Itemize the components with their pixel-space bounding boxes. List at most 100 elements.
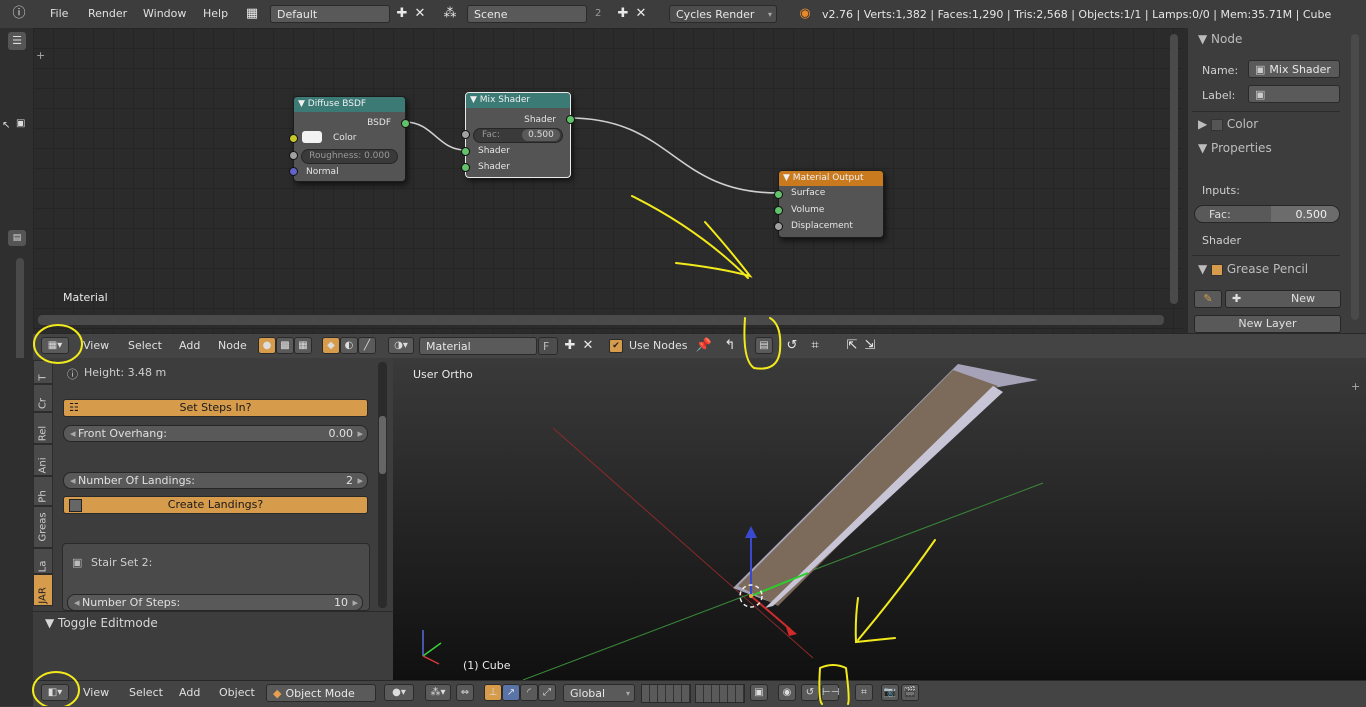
shader2-input-socket[interactable] bbox=[461, 163, 470, 172]
view3d-menu-select[interactable]: Select bbox=[129, 686, 163, 699]
snap-element-icon[interactable]: ⌗ bbox=[806, 337, 824, 355]
diffuse-color-swatch[interactable] bbox=[302, 131, 322, 143]
node-menu-view[interactable]: View bbox=[83, 339, 109, 352]
node-menu-add[interactable]: Add bbox=[179, 339, 200, 352]
material-browse-icon[interactable]: ◑▾ bbox=[388, 337, 414, 354]
set-steps-button[interactable]: ☷ Set Steps In? bbox=[63, 399, 368, 417]
tab-animation[interactable]: Ani bbox=[33, 444, 53, 476]
right-panel-scrollbar[interactable] bbox=[1351, 34, 1359, 320]
front-overhang-field[interactable]: ◂ Front Overhang: 0.00 ▸ bbox=[63, 425, 368, 442]
menu-window[interactable]: Window bbox=[143, 7, 186, 20]
view3d-menu-add[interactable]: Add bbox=[179, 686, 200, 699]
orientation-select[interactable]: Global ▾ bbox=[563, 684, 635, 702]
info-editor-type-icon[interactable]: ⓘ bbox=[10, 5, 28, 23]
tab-physics[interactable]: Ph bbox=[33, 476, 53, 506]
grease-pencil-icon[interactable]: ✎ bbox=[1194, 290, 1222, 308]
new-layer-button[interactable]: New Layer bbox=[1194, 315, 1341, 333]
tab-create[interactable]: Cr bbox=[33, 384, 53, 412]
layout-screen-icon[interactable]: ▦ bbox=[243, 5, 261, 23]
layer-buttons-2[interactable] bbox=[695, 684, 745, 703]
view3d-menu-object[interactable]: Object bbox=[219, 686, 255, 699]
mix-node-header[interactable]: ▼ Mix Shader bbox=[466, 93, 570, 108]
texture-nodes-icon[interactable]: ▦ bbox=[294, 337, 312, 354]
3d-editor-type-selector[interactable]: ◧▾ bbox=[41, 684, 69, 701]
add-material-icon[interactable]: ✚ bbox=[561, 337, 579, 355]
grease-pencil-header[interactable]: ▼ Grease Pencil bbox=[1198, 262, 1308, 276]
scene-icon[interactable]: ⁂ bbox=[441, 5, 459, 23]
render-engine-select[interactable]: Cycles Render ▾ bbox=[669, 5, 777, 23]
menu-help[interactable]: Help bbox=[203, 7, 228, 20]
object-mode-select[interactable]: ◆ Object Mode bbox=[266, 684, 376, 702]
object-shader-icon[interactable]: ◆ bbox=[322, 337, 340, 354]
properties-editor-icon[interactable]: ▤ bbox=[8, 230, 26, 246]
world-shader-icon[interactable]: ◐ bbox=[340, 337, 358, 354]
add-scene-icon[interactable]: ✚ bbox=[614, 5, 632, 23]
create-landings-button[interactable]: Create Landings? bbox=[63, 496, 368, 514]
layer-buttons-1[interactable] bbox=[641, 684, 691, 703]
properties-section-header[interactable]: ▼ Properties bbox=[1198, 141, 1272, 155]
snap-element-icon[interactable]: ⊢⊣ bbox=[821, 684, 839, 701]
tab-jar[interactable]: JAR bbox=[33, 574, 53, 606]
fake-user-toggle[interactable]: F bbox=[538, 337, 558, 355]
opengl-animation-icon[interactable]: 🎬 bbox=[901, 684, 919, 701]
volume-input-socket[interactable] bbox=[774, 206, 783, 215]
compositing-nodes-icon[interactable]: ▩ bbox=[276, 337, 294, 354]
node-editor-vscrollbar[interactable] bbox=[1170, 34, 1178, 304]
snap-toggle-icon[interactable]: ↺ bbox=[783, 337, 801, 355]
paste-nodes-icon[interactable]: ⇲ bbox=[861, 337, 879, 355]
manipulator-toggle-icon[interactable]: ⇔ bbox=[456, 684, 474, 701]
roughness-field[interactable]: Roughness: 0.000 bbox=[301, 149, 398, 164]
grease-pencil-checkbox[interactable] bbox=[1211, 263, 1224, 276]
opengl-render-icon[interactable]: 📷 bbox=[881, 684, 899, 701]
shader-nodes-icon[interactable]: ● bbox=[258, 337, 276, 354]
layout-field[interactable]: Default bbox=[270, 5, 390, 23]
scale-manipulator-icon[interactable]: ◜ bbox=[520, 684, 538, 701]
grease-new-button[interactable]: ✚ New bbox=[1225, 290, 1341, 308]
output-node-header[interactable]: ▼ Material Output bbox=[779, 171, 883, 186]
surface-input-socket[interactable] bbox=[774, 190, 783, 199]
linestyle-icon[interactable]: ╱ bbox=[358, 337, 376, 354]
properties-toggle-icon[interactable]: + bbox=[1351, 380, 1363, 393]
viewport-shading-select[interactable]: ●▾ bbox=[384, 684, 414, 701]
roughness-input-socket[interactable] bbox=[289, 151, 298, 160]
rotate-manipulator-icon[interactable]: ↗ bbox=[502, 684, 520, 701]
mix-shader-node[interactable]: ▼ Mix Shader Shader Fac: 0.500 Shader Sh… bbox=[461, 92, 575, 178]
render-only-icon[interactable]: ⌗ bbox=[855, 684, 873, 701]
normal-input-socket[interactable] bbox=[289, 167, 298, 176]
color-input-socket[interactable] bbox=[289, 134, 298, 143]
tab-tools[interactable]: T bbox=[33, 360, 53, 384]
node-menu-select[interactable]: Select bbox=[128, 339, 162, 352]
view3d-menu-view[interactable]: View bbox=[83, 686, 109, 699]
add-layout-icon[interactable]: ✚ bbox=[393, 5, 411, 23]
node-section-header[interactable]: ▼ Node bbox=[1198, 32, 1242, 46]
tab-la[interactable]: La bbox=[33, 548, 53, 574]
scene-field[interactable]: Scene bbox=[467, 5, 587, 23]
backdrop-icon[interactable]: ▤ bbox=[755, 337, 773, 354]
copy-nodes-icon[interactable]: ⇱ bbox=[843, 337, 861, 355]
menu-render[interactable]: Render bbox=[88, 7, 127, 20]
shader1-input-socket[interactable] bbox=[461, 147, 470, 156]
tab-relations[interactable]: Rel bbox=[33, 412, 53, 444]
color-section-checkbox[interactable] bbox=[1211, 118, 1224, 131]
steps-field[interactable]: ◂ Number Of Steps: 10 ▸ bbox=[67, 594, 363, 611]
3d-viewport[interactable]: User Ortho (1) Cube + bbox=[393, 358, 1366, 680]
toggle-editmode-header[interactable]: ▼ Toggle Editmode bbox=[45, 616, 158, 630]
parent-node-icon[interactable]: ↰ bbox=[721, 337, 739, 355]
node-menu-node[interactable]: Node bbox=[218, 339, 247, 352]
tab-grease-pencil[interactable]: Greas bbox=[33, 506, 53, 548]
remove-material-icon[interactable]: ✕ bbox=[579, 337, 597, 355]
landings-field[interactable]: ◂ Number Of Landings: 2 ▸ bbox=[63, 472, 368, 489]
bsdf-output-socket[interactable] bbox=[401, 119, 410, 128]
node-editor-canvas[interactable]: + ▼ Diffuse BSDF BSDF Color Roughness: 0… bbox=[33, 28, 1183, 333]
lock-camera-icon[interactable]: ▣ bbox=[750, 684, 768, 701]
proportional-edit-icon[interactable]: ◉ bbox=[778, 684, 796, 701]
remove-scene-icon[interactable]: ✕ bbox=[632, 5, 650, 23]
remove-layout-icon[interactable]: ✕ bbox=[411, 5, 429, 23]
material-output-node[interactable]: ▼ Material Output Surface Volume Displac… bbox=[774, 170, 884, 238]
menu-file[interactable]: File bbox=[50, 7, 68, 20]
diffuse-node-header[interactable]: ▼ Diffuse BSDF bbox=[294, 97, 405, 112]
camera-icon[interactable]: ▣ bbox=[16, 118, 25, 129]
mix-output-socket[interactable] bbox=[566, 115, 575, 124]
node-editor-hscrollbar[interactable] bbox=[37, 314, 1165, 326]
outliner-editor-icon[interactable]: ☰ bbox=[8, 32, 26, 50]
